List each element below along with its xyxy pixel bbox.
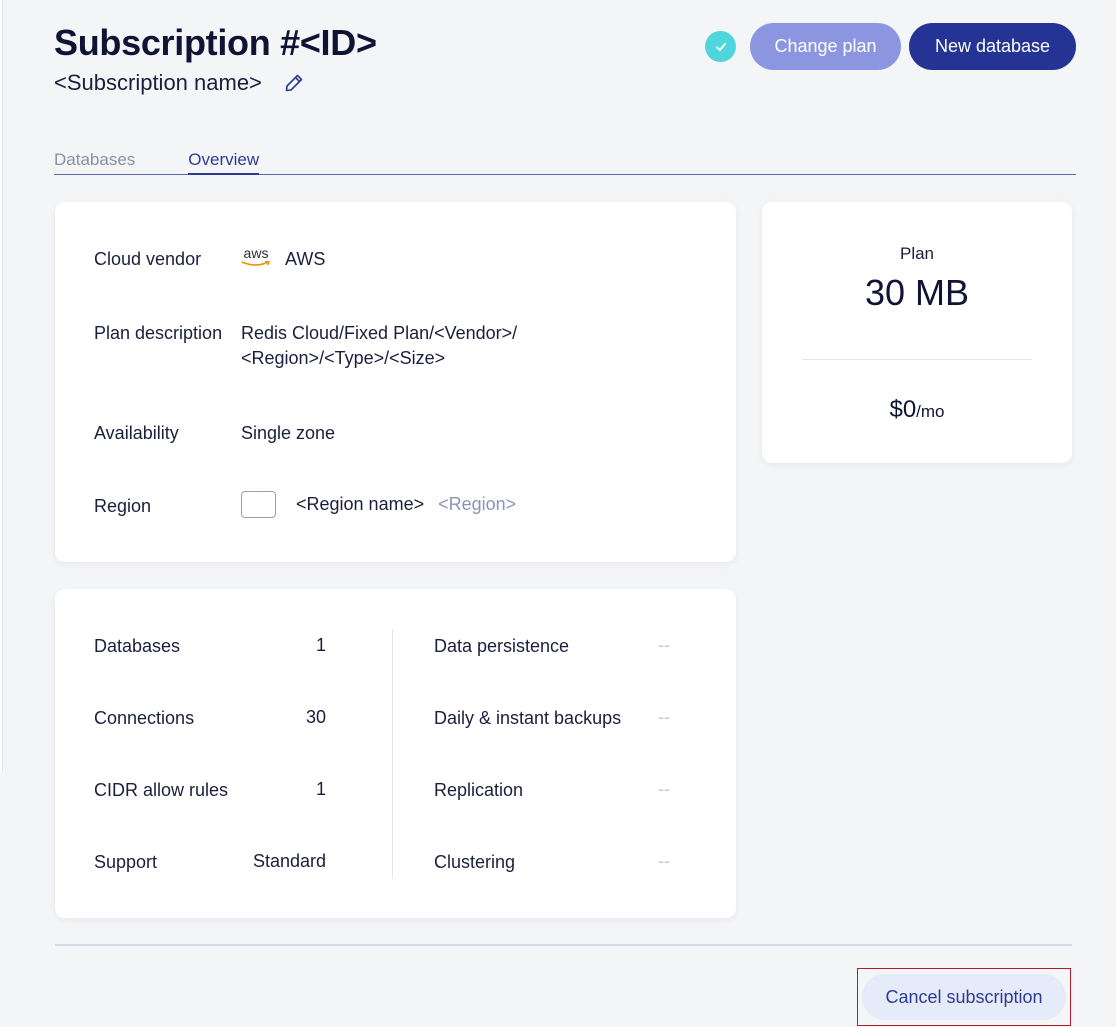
stat-row: Connections [94,708,195,728]
subscription-name: <Subscription name> [54,70,262,95]
stat-row: Clustering [434,852,516,872]
cloud-vendor-value: AWS [285,249,326,269]
availability-label: Availability [94,423,179,443]
plan-divider [802,359,1032,360]
new-database-button[interactable]: New database [909,23,1076,70]
stat-value: -- [658,779,670,799]
change-plan-button[interactable]: Change plan [750,23,901,70]
plan-price: $0/mo [889,396,945,423]
aws-logo-icon: aws [241,246,271,267]
region-code: <Region> [438,494,517,514]
stat-value: -- [658,851,670,871]
stat-row: Daily & instant backups [434,708,622,728]
stat-row: Databases [94,636,181,656]
page-header: Subscription #<ID> <Subscription name> [54,22,377,96]
cancel-subscription-button[interactable]: Cancel subscription [862,974,1066,1020]
region-flag-icon [241,491,276,518]
availability-value: Single zone [241,423,336,443]
tab-databases[interactable]: Databases [54,150,135,175]
plan-label: Plan [899,244,935,263]
stat-value: Standard [252,851,326,871]
subscription-info-card: Cloud vendor aws AWS Plan description Re… [55,202,736,562]
subtitle-row: <Subscription name> [54,70,377,96]
stat-value: 1 [315,779,326,799]
region-label: Region [94,496,152,516]
stat-value: 1 [315,635,326,655]
stat-row: Data persistence [434,636,570,656]
region-name: <Region name> [296,494,425,514]
region-row: Region <Region name> <Region> [94,490,516,519]
status-check-icon [705,31,736,62]
stat-value: 30 [305,707,326,727]
left-edge [0,0,3,772]
plan-description-label: Plan description [94,323,223,343]
pencil-icon[interactable] [284,73,304,93]
subscription-stats-card: Databases 1 Connections 30 CIDR allow ru… [55,589,736,918]
plan-card: Plan 30 MB $0/mo [762,202,1072,463]
stat-value: -- [658,635,670,655]
tab-bar: Databases Overview [54,150,1076,175]
footer-divider [55,944,1072,946]
page-title: Subscription #<ID> [54,22,377,63]
plan-description-line2: <Region>/<Type>/<Size> [241,348,446,368]
stat-value: -- [658,707,670,727]
stat-row: Replication [434,780,524,800]
stats-divider [392,629,393,879]
stat-row: Support [94,852,158,872]
cancel-highlight: Cancel subscription [857,968,1071,1026]
stat-row: CIDR allow rules [94,780,229,800]
plan-description-row: Plan description Redis Cloud/Fixed Plan/… [94,321,517,371]
tab-overview[interactable]: Overview [188,150,260,175]
header-actions: Change plan New database [705,23,1076,70]
plan-description-line1: Redis Cloud/Fixed Plan/<Vendor>/ [241,323,518,343]
cloud-vendor-label: Cloud vendor [94,249,202,269]
availability-row: Availability Single zone [94,421,335,446]
plan-size: 30 MB [864,272,970,313]
cloud-vendor-row: Cloud vendor aws AWS [94,246,326,272]
